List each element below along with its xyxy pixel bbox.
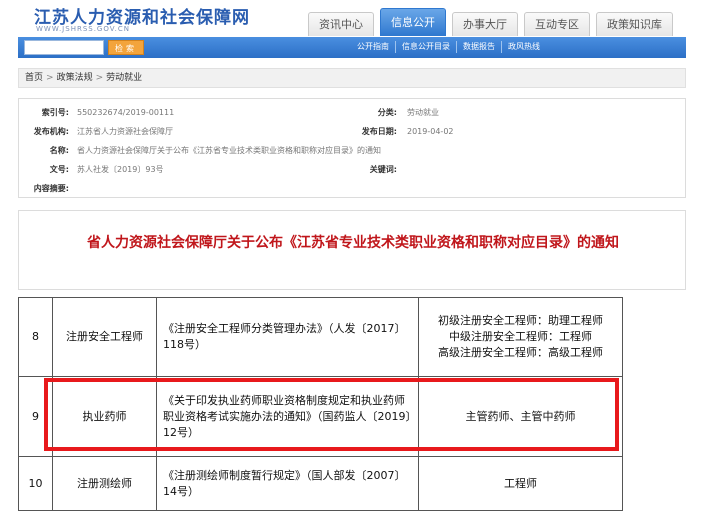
qualification-table: 8 注册安全工程师 《注册安全工程师分类管理办法》（人发〔2017〕118号） … [18,297,623,511]
row-number: 10 [18,456,53,511]
meta-date-label: 发布日期: [361,127,397,136]
sublink-catalog[interactable]: 信息公开目录 [395,41,456,53]
meta-category-value: 劳动就业 [407,108,439,117]
sub-links: 公开指南 信息公开目录 数据报告 政风热线 [351,41,546,53]
title-correspondence: 初级注册安全工程师：助理工程师 中级注册安全工程师：工程师 高级注册安全工程师：… [418,297,623,377]
article-title: 省人力资源社会保障厅关于公布《江苏省专业技术类职业资格和职称对应目录》的通知 [87,235,619,251]
table-row: 10 注册测绘师 《注册测绘师制度暂行规定》（国人部发〔2007〕14号） 工程… [18,456,623,511]
meta-name-label: 名称: [49,146,69,155]
sublink-hotline[interactable]: 政风热线 [501,41,546,53]
sub-nav-bar: 检索 公开指南 信息公开目录 数据报告 政风热线 [18,37,686,58]
policy-basis: 《注册测绘师制度暂行规定》（国人部发〔2007〕14号） [156,456,419,511]
tab-policy-library[interactable]: 政策知识库 [596,12,673,36]
meta-date-value: 2019-04-02 [407,127,454,136]
title-line: 主管药师、主管中药师 [465,409,576,423]
tab-info-disclosure[interactable]: 信息公开 [380,8,446,36]
breadcrumb-employment[interactable]: 劳动就业 [106,73,142,83]
meta-name-value: 省人力资源社会保障厅关于公布《江苏省专业技术类职业资格和职称对应目录》的通知 [77,146,381,155]
main-nav: 资讯中心 信息公开 办事大厅 互动专区 政策知识库 [308,8,679,36]
sublink-data-report[interactable]: 数据报告 [456,41,501,53]
meta-row: 内容摘要: [19,180,685,197]
tab-interaction[interactable]: 互动专区 [524,12,590,36]
meta-docno-label: 文号: [49,165,69,174]
title-line: 初级注册安全工程师：助理工程师 [438,314,603,327]
meta-index-label: 索引号: [41,108,69,117]
document-meta-box: 索引号: 550232674/2019-00111 分类: 劳动就业 发布机构:… [18,98,686,198]
policy-basis: 《注册安全工程师分类管理办法》（人发〔2017〕118号） [156,297,419,377]
meta-publisher-value: 江苏省人力资源社会保障厅 [77,127,173,136]
meta-publisher-label: 发布机构: [33,127,69,136]
meta-keywords-label: 关键词: [369,165,397,174]
breadcrumb-separator-icon: > [46,73,54,83]
meta-docno-value: 苏人社发〔2019〕93号 [77,165,164,174]
title-line: 中级注册安全工程师：工程师 [449,330,592,343]
meta-row: 文号: 苏人社发〔2019〕93号 关键词: [19,161,685,178]
table-row: 8 注册安全工程师 《注册安全工程师分类管理办法》（人发〔2017〕118号） … [18,297,623,377]
sublink-guide[interactable]: 公开指南 [351,41,395,53]
breadcrumb: 首页 > 政策法规 > 劳动就业 [18,68,686,88]
search-button[interactable]: 检索 [108,40,144,55]
tab-service-hall[interactable]: 办事大厅 [452,12,518,36]
meta-row: 名称: 省人力资源社会保障厅关于公布《江苏省专业技术类职业资格和职称对应目录》的… [19,142,685,159]
meta-row: 发布机构: 江苏省人力资源社会保障厅 发布日期: 2019-04-02 [19,123,685,140]
search-input[interactable] [24,40,104,55]
qualification-name: 注册安全工程师 [52,297,157,377]
meta-summary-label: 内容摘要: [33,184,69,193]
site-header: 江苏人力资源和社会保障网 WWW.JSHRSS.GOV.CN 资讯中心 信息公开… [0,0,705,40]
table-row: 9 执业药师 《关于印发执业药师职业资格制度规定和执业药师职业资格考试实施办法的… [18,376,623,457]
qualification-name: 注册测绘师 [52,456,157,511]
breadcrumb-separator-icon: > [95,73,104,83]
meta-row: 索引号: 550232674/2019-00111 分类: 劳动就业 [19,104,685,121]
breadcrumb-home[interactable]: 首页 [25,73,43,83]
title-line: 工程师 [504,476,537,490]
title-correspondence: 主管药师、主管中药师 [418,376,623,457]
row-number: 8 [18,297,53,377]
meta-index-value: 550232674/2019-00111 [77,108,175,117]
tab-news-center[interactable]: 资讯中心 [308,12,374,36]
article-header-box: 省人力资源社会保障厅关于公布《江苏省专业技术类职业资格和职称对应目录》的通知 [18,210,686,290]
site-logo-subtitle: WWW.JSHRSS.GOV.CN [36,25,130,33]
title-correspondence: 工程师 [418,456,623,511]
breadcrumb-policy[interactable]: 政策法规 [57,73,93,83]
title-line: 高级注册安全工程师：高级工程师 [438,346,603,359]
meta-category-label: 分类: [377,108,397,117]
row-number: 9 [18,376,53,457]
policy-basis: 《关于印发执业药师职业资格制度规定和执业药师职业资格考试实施办法的通知》（国药监… [156,376,419,457]
qualification-name: 执业药师 [52,376,157,457]
